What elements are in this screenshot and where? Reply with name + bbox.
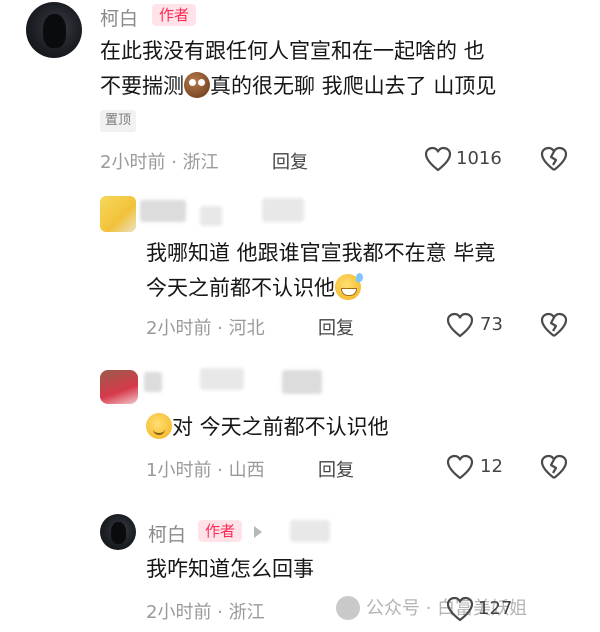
separator: ·: [217, 602, 223, 623]
broken-heart-icon[interactable]: [540, 146, 568, 172]
location-text: 浙江: [182, 152, 219, 173]
time-text: 2小时前: [146, 318, 212, 339]
reply-button[interactable]: 回复: [272, 148, 308, 174]
like-count: 73: [480, 314, 503, 335]
brown-surprised-emoji-icon: [184, 72, 210, 98]
location-text: 河北: [228, 318, 265, 339]
location-text: 山西: [228, 460, 265, 481]
blurred-username: [140, 200, 186, 222]
time-text: 2小时前: [146, 602, 212, 623]
smile-emoji-icon: [146, 413, 172, 439]
like-count: 127: [478, 598, 513, 619]
comment-text: 在此我没有跟任何人官宣和在一起啥的 也 不要揣测 真的很无聊 我爬山去了 山顶见: [100, 34, 580, 104]
blurred-username: [144, 372, 162, 392]
comment-text-line: 我哪知道 他跟谁官宣我都不在意 毕竟: [146, 241, 496, 265]
separator: ·: [217, 460, 223, 481]
avatar[interactable]: [100, 370, 138, 404]
comment-text-segment: 不要揣测: [100, 74, 184, 98]
play-arrow-icon: [254, 526, 262, 538]
comment-time: 2小时前 · 浙江: [100, 148, 219, 174]
heart-outline-icon[interactable]: [446, 312, 474, 338]
location-text: 浙江: [228, 602, 265, 623]
comment-text-segment: 对 今天之前都不认识他: [172, 415, 389, 439]
time-text: 2小时前: [100, 152, 166, 173]
avatar[interactable]: [100, 196, 136, 232]
separator: ·: [171, 152, 177, 173]
blurred-username: [290, 520, 330, 542]
comment-text: 对 今天之前都不认识他: [146, 410, 586, 445]
sweat-smile-emoji-icon: [335, 273, 363, 300]
blurred-username: [282, 370, 322, 394]
broken-heart-icon[interactable]: [540, 312, 568, 338]
heart-outline-icon[interactable]: [446, 596, 474, 622]
separator: ·: [217, 318, 223, 339]
comment-time: 1小时前 · 山西: [146, 456, 265, 482]
reply-button[interactable]: 回复: [318, 456, 354, 482]
broken-heart-icon[interactable]: [540, 454, 568, 480]
comment-text-segment: 真的很无聊 我爬山去了 山顶见: [210, 74, 497, 98]
like-count: 12: [480, 456, 503, 477]
heart-outline-icon[interactable]: [424, 146, 452, 172]
author-tag: 作者: [152, 4, 197, 26]
blurred-username: [262, 198, 304, 222]
like-count: 1016: [456, 148, 502, 169]
comment-time: 2小时前 · 河北: [146, 314, 265, 340]
reply-button[interactable]: 回复: [318, 314, 354, 340]
author-tag: 作者: [198, 520, 243, 542]
avatar[interactable]: [26, 2, 82, 58]
comment-text: 我哪知道 他跟谁官宣我都不在意 毕竟 今天之前都不认识他: [146, 236, 586, 306]
blurred-username: [200, 206, 222, 226]
avatar[interactable]: [100, 514, 136, 550]
comment-text-line: 不要揣测 真的很无聊 我爬山去了 山顶见: [100, 69, 580, 104]
commenter-name[interactable]: 柯白: [148, 520, 186, 547]
comment-text: 我咋知道怎么回事: [146, 552, 586, 587]
comment-text-line: 今天之前都不认识他: [146, 271, 586, 306]
time-text: 1小时前: [146, 460, 212, 481]
comment-text-line: 我咋知道怎么回事: [146, 557, 314, 581]
heart-outline-icon[interactable]: [446, 454, 474, 480]
comment-text-segment: 今天之前都不认识他: [146, 276, 335, 300]
blurred-username: [200, 368, 244, 390]
commenter-name[interactable]: 柯白: [100, 4, 138, 31]
comment-time: 2小时前 · 浙江: [146, 598, 265, 624]
pinned-badge: 置顶: [100, 110, 137, 132]
comment-text-line: 对 今天之前都不认识他: [146, 410, 586, 445]
comment-text-line: 在此我没有跟任何人官宣和在一起啥的 也: [100, 39, 485, 63]
